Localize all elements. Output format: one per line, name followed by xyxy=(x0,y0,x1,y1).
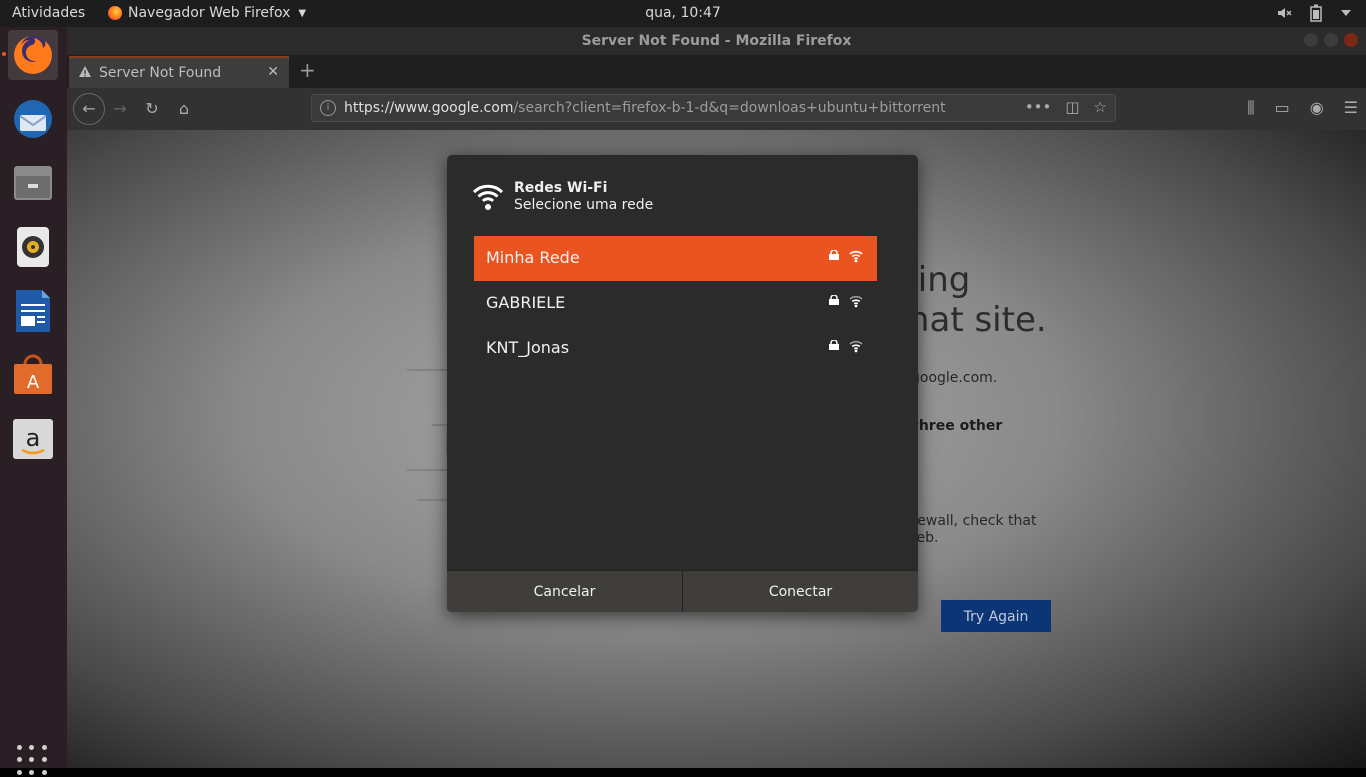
dock-amazon[interactable]: a xyxy=(8,414,58,464)
home-button[interactable]: ⌂ xyxy=(171,96,197,122)
reload-button[interactable]: ↻ xyxy=(139,96,165,122)
tab-server-not-found[interactable]: Server Not Found ✕ xyxy=(69,56,289,88)
hamburger-menu-icon[interactable]: ☰ xyxy=(1344,98,1358,118)
svg-text:a: a xyxy=(26,424,41,452)
power-menu-icon xyxy=(1341,10,1351,16)
wifi-signal-icon xyxy=(849,250,863,263)
library-icon[interactable]: ⫼ xyxy=(1247,98,1254,118)
running-indicator xyxy=(2,52,6,56)
bookmark-star-icon[interactable]: ☆ xyxy=(1094,98,1107,116)
tab-bar: Server Not Found ✕ + xyxy=(67,55,1366,88)
cancel-button[interactable]: Cancelar xyxy=(447,571,682,612)
dock-ubuntu-software[interactable]: A xyxy=(8,350,58,400)
pocket-icon[interactable]: ◫ xyxy=(1065,98,1079,116)
tab-title: Server Not Found xyxy=(99,65,222,81)
account-icon[interactable]: ◉ xyxy=(1310,98,1324,118)
volume-muted-icon xyxy=(1278,8,1292,18)
dialog-title: Redes Wi-Fi xyxy=(514,180,608,196)
url-text[interactable]: https://www.google.com/search?client=fir… xyxy=(344,100,946,116)
top-bar: Atividades Navegador Web Firefox ▼ qua, … xyxy=(0,0,1366,27)
network-item-knt-jonas[interactable]: KNT_Jonas xyxy=(474,326,877,371)
lock-icon xyxy=(829,295,839,305)
forward-button[interactable]: → xyxy=(107,96,133,122)
battery-icon xyxy=(1310,4,1322,22)
dock-firefox[interactable] xyxy=(2,30,58,80)
app-menu-label: Navegador Web Firefox xyxy=(128,5,291,21)
writer-document-icon xyxy=(16,290,50,332)
file-cabinet-icon xyxy=(14,166,52,200)
try-again-button[interactable]: Try Again xyxy=(941,600,1051,632)
url-bar[interactable]: i https://www.google.com/search?client=f… xyxy=(311,94,1116,122)
dock-thunderbird[interactable] xyxy=(8,94,58,144)
system-tray[interactable] xyxy=(1276,4,1352,22)
back-button[interactable]: ← xyxy=(73,93,105,125)
network-name: Minha Rede xyxy=(486,248,580,267)
connect-button[interactable]: Conectar xyxy=(683,571,918,612)
dialog-subtitle: Selecione uma rede xyxy=(514,197,654,213)
window-title: Server Not Found - Mozilla Firefox xyxy=(581,33,852,49)
site-info-icon[interactable]: i xyxy=(320,100,336,116)
amazon-icon: a xyxy=(13,419,53,459)
firefox-icon xyxy=(108,6,122,20)
svg-text:A: A xyxy=(27,372,40,393)
dialog-button-bar: Cancelar Conectar xyxy=(447,570,918,612)
firefox-icon xyxy=(14,36,52,74)
window-titlebar[interactable]: Server Not Found - Mozilla Firefox xyxy=(67,27,1366,55)
navigation-toolbar: ← → ↻ ⌂ i https://www.google.com/search?… xyxy=(67,88,1366,130)
close-window-button[interactable] xyxy=(1344,33,1358,47)
network-item-minha-rede[interactable]: Minha Rede xyxy=(474,236,877,281)
lock-icon xyxy=(829,250,839,260)
close-tab-icon[interactable]: ✕ xyxy=(267,64,279,80)
wifi-signal-icon xyxy=(849,340,863,353)
lock-icon xyxy=(829,340,839,350)
minimize-button[interactable] xyxy=(1304,33,1318,47)
network-item-gabriele[interactable]: GABRIELE xyxy=(474,281,877,326)
thunderbird-icon xyxy=(14,100,52,138)
new-tab-button[interactable]: + xyxy=(299,58,316,82)
app-menu[interactable]: Navegador Web Firefox ▼ xyxy=(108,5,306,21)
dock-files[interactable] xyxy=(8,158,58,208)
warning-icon xyxy=(79,66,91,77)
network-list: Minha Rede GABRIELE KNT_Jonas xyxy=(474,236,877,371)
page-actions-icon[interactable]: ••• xyxy=(1025,98,1052,116)
network-name: GABRIELE xyxy=(486,293,566,312)
network-name: KNT_Jonas xyxy=(486,338,570,357)
dock: A a xyxy=(0,27,67,775)
activities-button[interactable]: Atividades xyxy=(12,5,85,21)
show-applications-button[interactable] xyxy=(17,745,49,777)
software-bag-icon: A xyxy=(14,354,52,394)
wifi-dialog: Redes Wi-Fi Selecione uma rede Minha Red… xyxy=(447,155,918,612)
dock-writer[interactable] xyxy=(8,286,58,336)
chevron-down-icon: ▼ xyxy=(298,7,307,19)
wifi-signal-icon xyxy=(849,295,863,308)
wifi-icon xyxy=(473,184,503,210)
maximize-button[interactable] xyxy=(1324,33,1338,47)
sidebar-icon[interactable]: ▭ xyxy=(1275,98,1290,118)
dock-rhythmbox[interactable] xyxy=(8,222,58,272)
rhythmbox-icon xyxy=(17,227,49,267)
